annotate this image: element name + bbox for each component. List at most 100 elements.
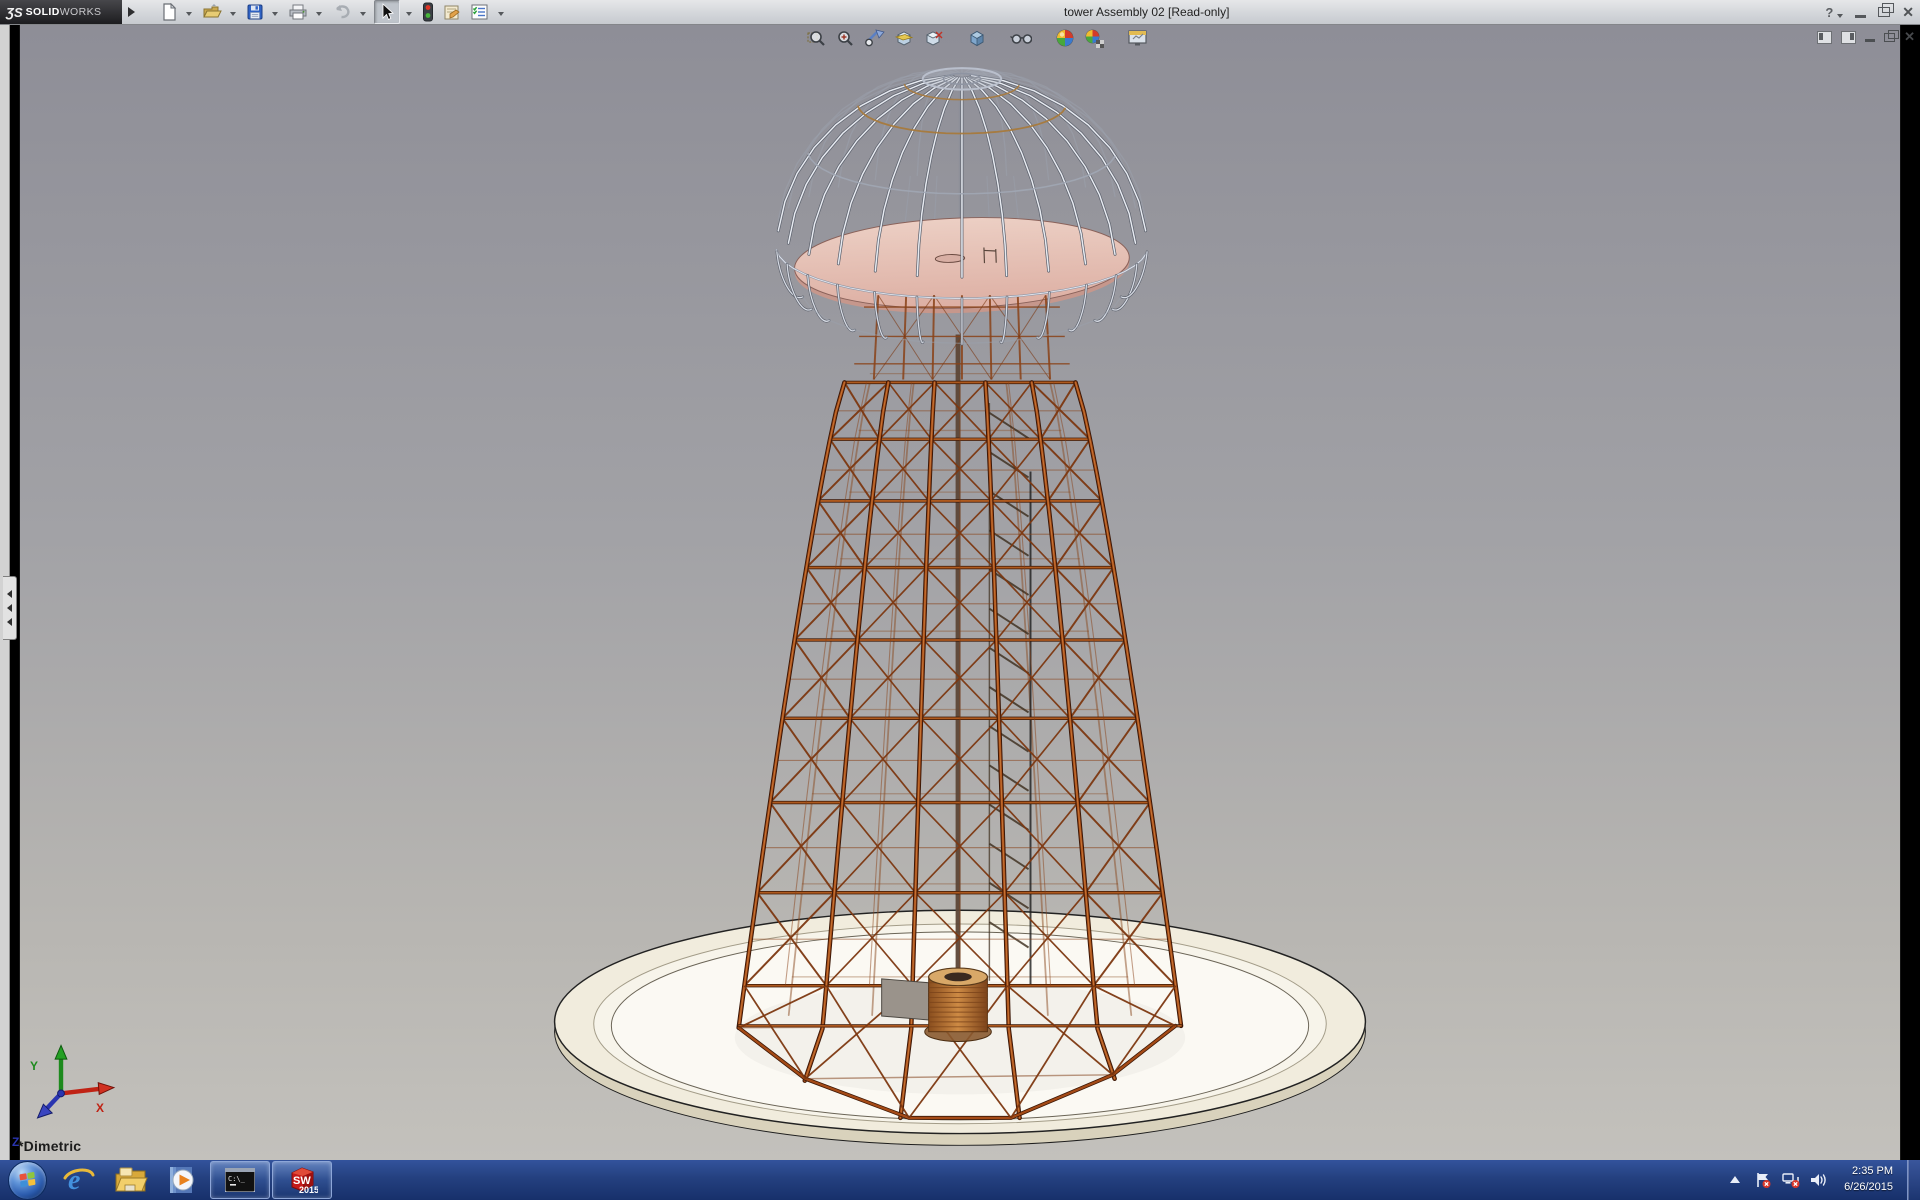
minimize-button[interactable] bbox=[1855, 15, 1866, 18]
solidworks-2015-button[interactable]: SW 2015 bbox=[272, 1161, 332, 1199]
window-controls: ? ✕ bbox=[1825, 0, 1914, 24]
new-document-button[interactable] bbox=[158, 1, 180, 23]
chevron-left-icon bbox=[3, 590, 12, 598]
volume-button[interactable] bbox=[1810, 1171, 1828, 1189]
edit-appearance-button[interactable] bbox=[1054, 28, 1076, 48]
chevron-left-icon bbox=[3, 604, 12, 612]
menu-flyout-button[interactable] bbox=[128, 5, 140, 19]
view-settings-icon bbox=[1127, 29, 1149, 47]
undo-icon bbox=[332, 3, 352, 21]
network-status-button[interactable] bbox=[1782, 1171, 1800, 1189]
document-minimize-button[interactable] bbox=[1865, 39, 1875, 42]
zoom-to-area-button[interactable] bbox=[835, 28, 857, 48]
help-caret[interactable] bbox=[1837, 14, 1843, 21]
system-tray: 2:35 PM 6/26/2015 bbox=[1726, 1160, 1920, 1200]
zoom-to-area-icon bbox=[836, 29, 856, 47]
speaker-icon bbox=[1810, 1172, 1828, 1188]
select-tool-button[interactable] bbox=[374, 0, 400, 24]
taskbar-clock[interactable]: 2:35 PM 6/26/2015 bbox=[1844, 1164, 1893, 1196]
previous-view-button[interactable] bbox=[864, 28, 886, 48]
print-caret[interactable] bbox=[316, 12, 322, 19]
window-title: tower Assembly 02 [Read-only] bbox=[1064, 5, 1229, 19]
display-style-icon bbox=[967, 29, 987, 47]
collapse-pane-left-button[interactable] bbox=[1817, 31, 1832, 44]
close-button[interactable]: ✕ bbox=[1902, 0, 1914, 24]
brand-light: WORKS bbox=[60, 6, 102, 18]
brand-bold: SOLID bbox=[26, 6, 60, 18]
hide-show-items-button[interactable] bbox=[1010, 28, 1032, 48]
command-prompt-button[interactable]: C:\_ bbox=[210, 1161, 270, 1199]
folder-icon bbox=[113, 1165, 149, 1195]
previous-view-icon bbox=[864, 29, 886, 47]
glasses-icon bbox=[1010, 29, 1032, 47]
show-desktop-button[interactable] bbox=[1907, 1160, 1920, 1200]
action-center-button[interactable] bbox=[1754, 1171, 1772, 1189]
save-caret[interactable] bbox=[272, 12, 278, 19]
new-document-icon bbox=[160, 3, 178, 21]
start-button[interactable] bbox=[8, 1161, 47, 1200]
collapsed-panel-tab[interactable] bbox=[3, 576, 17, 640]
view-settings-button[interactable] bbox=[1127, 28, 1149, 48]
solidworks-2015-icon: SW 2015 bbox=[286, 1165, 318, 1195]
main-toolbar bbox=[158, 0, 508, 24]
view-orientation-label: *Dimetric bbox=[18, 1138, 81, 1154]
headsup-view-toolbar bbox=[806, 28, 1149, 48]
display-style-button[interactable] bbox=[966, 28, 988, 48]
undo-button[interactable] bbox=[330, 1, 354, 23]
triad-x-label: X bbox=[96, 1101, 104, 1115]
show-hidden-icons-button[interactable] bbox=[1726, 1171, 1744, 1189]
select-cursor-icon bbox=[377, 3, 397, 21]
windows-flag-icon bbox=[19, 1172, 36, 1189]
media-player-button[interactable] bbox=[157, 1160, 209, 1200]
checklist-icon bbox=[470, 3, 490, 21]
clock-time: 2:35 PM bbox=[1844, 1164, 1893, 1180]
help-button[interactable]: ? bbox=[1825, 5, 1833, 20]
sw-year: 2015 bbox=[299, 1185, 318, 1195]
save-icon bbox=[246, 3, 264, 21]
zoom-to-fit-button[interactable] bbox=[806, 28, 828, 48]
document-window-controls: ✕ bbox=[1817, 29, 1915, 45]
titlebar: ƷS SOLIDWORKS tower Assembl bbox=[0, 0, 1920, 25]
windows-explorer-button[interactable] bbox=[105, 1160, 157, 1200]
command-prompt-icon: C:\_ bbox=[225, 1168, 255, 1192]
section-view-button[interactable] bbox=[893, 28, 915, 48]
appearance-note-button[interactable] bbox=[440, 1, 464, 23]
media-player-icon bbox=[166, 1164, 200, 1196]
clock-date: 6/26/2015 bbox=[1844, 1180, 1893, 1196]
cmd-prompt-text: C:\_ bbox=[228, 1175, 246, 1183]
solidworks-logo-icon: ƷS bbox=[6, 5, 23, 20]
print-button[interactable] bbox=[286, 1, 310, 23]
collapse-pane-right-button[interactable] bbox=[1841, 31, 1856, 44]
graphics-viewport[interactable]: ✕ Y X Z *Dimetric bbox=[0, 25, 1920, 1160]
apply-scene-button[interactable] bbox=[1083, 28, 1105, 48]
save-button[interactable] bbox=[244, 1, 266, 23]
print-icon bbox=[288, 3, 308, 21]
open-button[interactable] bbox=[200, 1, 224, 23]
flag-alert-icon bbox=[1754, 1171, 1772, 1189]
undo-caret[interactable] bbox=[360, 12, 366, 19]
checker-caret[interactable] bbox=[498, 12, 504, 19]
internet-explorer-icon: e bbox=[62, 1164, 96, 1196]
design-checker-button[interactable] bbox=[468, 1, 492, 23]
taskbar: e C:\_ SW 2015 bbox=[0, 1160, 1920, 1200]
solidworks-logo[interactable]: ƷS SOLIDWORKS bbox=[0, 0, 122, 24]
document-restore-button[interactable] bbox=[1884, 33, 1895, 42]
new-caret[interactable] bbox=[186, 12, 192, 19]
chevron-left-icon bbox=[3, 618, 12, 626]
appearance-ball-icon bbox=[1055, 28, 1075, 48]
document-close-button[interactable]: ✕ bbox=[1904, 29, 1915, 45]
up-arrow-icon bbox=[1729, 1175, 1741, 1185]
model-scene[interactable] bbox=[0, 25, 1920, 1160]
interference-detection-button[interactable] bbox=[420, 1, 436, 23]
traffic-light-icon bbox=[422, 2, 434, 22]
apply-scene-icon bbox=[1084, 28, 1104, 48]
note-hand-icon bbox=[442, 3, 462, 21]
view-orientation-icon bbox=[923, 29, 943, 47]
select-caret[interactable] bbox=[406, 12, 412, 19]
internet-explorer-button[interactable]: e bbox=[53, 1160, 105, 1200]
network-disconnected-icon bbox=[1782, 1171, 1800, 1189]
solidworks-screen: { "window": { "title": "tower Assembly 0… bbox=[0, 0, 1920, 1200]
restore-button[interactable] bbox=[1878, 7, 1890, 17]
open-caret[interactable] bbox=[230, 12, 236, 19]
view-orientation-button[interactable] bbox=[922, 28, 944, 48]
